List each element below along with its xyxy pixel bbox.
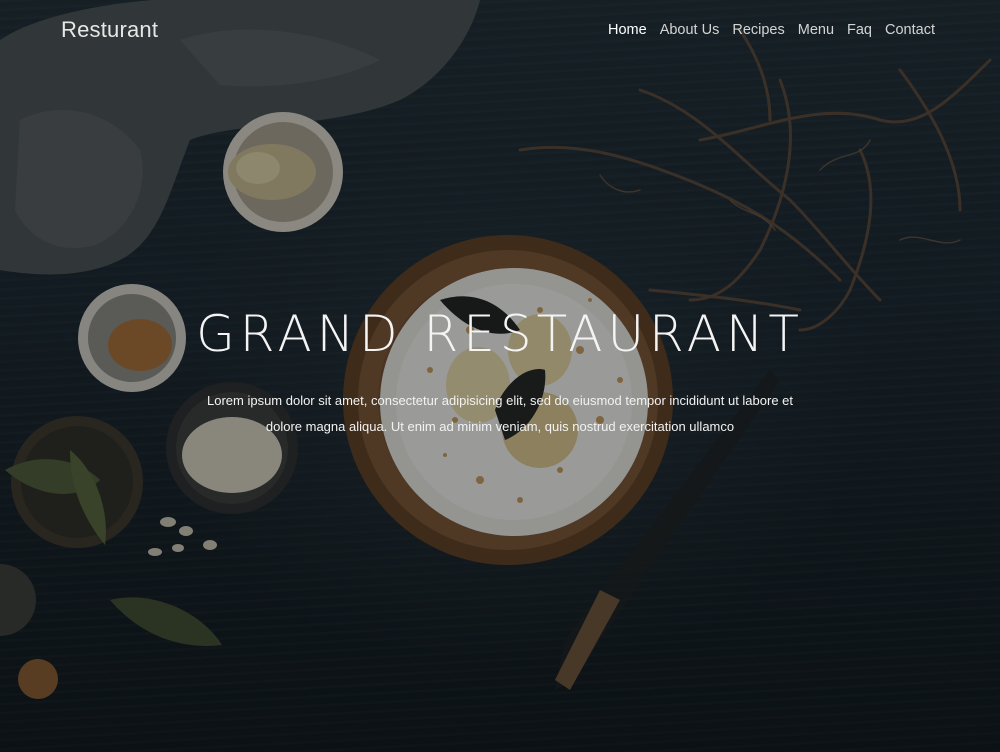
nav-link-home[interactable]: Home <box>608 22 647 38</box>
nav-link-about-us[interactable]: About Us <box>660 22 720 38</box>
nav-link-recipes[interactable]: Recipes <box>732 22 784 38</box>
hero-title: GRAND RESTAURANT <box>196 305 804 363</box>
nav-link-menu[interactable]: Menu <box>798 22 834 38</box>
hero-subtitle: Lorem ipsum dolor sit amet, consectetur … <box>206 393 794 434</box>
hero-background-image <box>0 0 1000 752</box>
nav-link-faq[interactable]: Faq <box>847 22 872 38</box>
hero-section: Resturant Home About Us Recipes Menu Faq… <box>0 0 1000 752</box>
nav-item-home: Home <box>608 21 647 39</box>
nav-item-recipes: Recipes <box>732 21 784 39</box>
nav-item-contact: Contact <box>885 21 935 39</box>
nav-item-about-us: About Us <box>660 21 720 39</box>
nav-item-faq: Faq <box>847 21 872 39</box>
nav-menu: Home About Us Recipes Menu Faq Contact <box>608 21 935 39</box>
nav-link-contact[interactable]: Contact <box>885 22 935 38</box>
top-navigation: Resturant Home About Us Recipes Menu Faq… <box>61 17 935 43</box>
brand-logo-link[interactable]: Resturant <box>61 17 158 43</box>
nav-item-menu: Menu <box>798 21 834 39</box>
